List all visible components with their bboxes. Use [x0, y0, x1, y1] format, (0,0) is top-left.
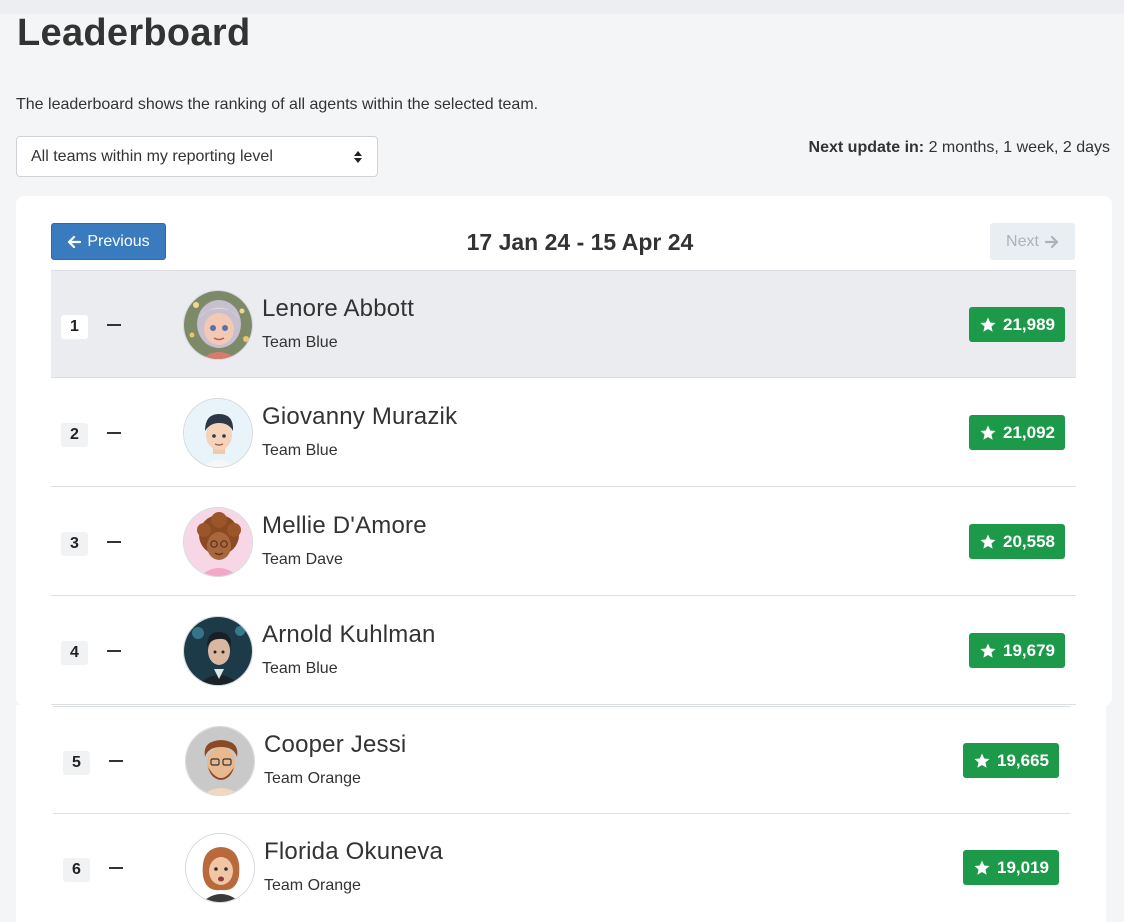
avatar — [183, 290, 253, 360]
agent-team: Team Blue — [262, 334, 338, 351]
page-title: Leaderboard — [17, 12, 251, 54]
score-badge: 21,989 — [969, 307, 1065, 342]
avatar — [185, 726, 255, 796]
leaderboard-row[interactable]: 1 Lenore Abbott Team Blue 21,989 — [51, 270, 1076, 378]
star-icon — [980, 534, 996, 549]
leaderboard-row[interactable]: 3 Mellie D'Amore Team Dave 20,558 — [51, 488, 1076, 596]
team-filter-select[interactable]: All teams within my reporting level — [16, 136, 378, 177]
rank-badge: 3 — [61, 532, 88, 556]
page-description: The leaderboard shows the ranking of all… — [16, 96, 539, 113]
date-range: 17 Jan 24 - 15 Apr 24 — [466, 229, 694, 255]
agent-team: Team Orange — [264, 877, 361, 894]
position-unchanged-icon — [107, 650, 121, 652]
star-icon — [980, 425, 996, 440]
agent-name[interactable]: Florida Okuneva — [264, 838, 443, 866]
score-badge: 20,558 — [969, 524, 1065, 559]
agent-name[interactable]: Cooper Jessi — [264, 731, 406, 759]
next-update-value: 2 months, 1 week, 2 days — [928, 139, 1110, 156]
avatar — [183, 507, 253, 577]
agent-name[interactable]: Mellie D'Amore — [262, 512, 427, 540]
next-update: Next update in: 2 months, 1 week, 2 days — [809, 139, 1110, 157]
leaderboard-row[interactable]: 2 Giovanny Murazik Team Blue 21,092 — [51, 379, 1076, 487]
score-value: 19,665 — [997, 750, 1049, 770]
previous-button[interactable]: Previous — [51, 223, 166, 260]
score-badge: 19,665 — [963, 743, 1059, 778]
score-value: 19,679 — [1003, 640, 1055, 660]
boy-avatar-icon — [184, 399, 252, 467]
star-icon — [980, 643, 996, 658]
agent-team: Team Dave — [262, 551, 343, 568]
agent-team: Team Blue — [262, 442, 338, 459]
avatar — [185, 833, 255, 903]
score-value: 21,989 — [1003, 314, 1055, 334]
position-unchanged-icon — [107, 324, 121, 326]
bearded-man-avatar-icon — [186, 727, 254, 795]
sort-caret-icon — [354, 151, 362, 163]
rank-badge: 4 — [61, 641, 88, 665]
leaderboard-row[interactable]: 4 Arnold Kuhlman Team Blue 19,679 — [51, 597, 1076, 705]
position-unchanged-icon — [107, 432, 121, 434]
star-icon — [974, 860, 990, 875]
star-icon — [974, 753, 990, 768]
agent-name[interactable]: Giovanny Murazik — [262, 403, 457, 431]
arrow-right-icon — [1044, 235, 1059, 248]
score-value: 21,092 — [1003, 422, 1055, 442]
next-button[interactable]: Next — [990, 223, 1075, 260]
score-badge: 21,092 — [969, 415, 1065, 450]
team-filter-value: All teams within my reporting level — [31, 147, 273, 165]
next-label: Next — [1006, 232, 1039, 250]
girl-avatar-icon — [184, 291, 252, 359]
score-badge: 19,679 — [969, 633, 1065, 668]
agent-team: Team Orange — [264, 770, 361, 787]
arrow-left-icon — [68, 235, 82, 248]
agent-team: Team Blue — [262, 660, 338, 677]
position-unchanged-icon — [109, 760, 123, 762]
next-update-label: Next update in: — [808, 139, 925, 156]
agent-name[interactable]: Arnold Kuhlman — [262, 621, 436, 649]
man-suit-avatar-icon — [184, 617, 252, 685]
avatar — [183, 616, 253, 686]
rank-badge: 2 — [61, 423, 88, 447]
curly-hair-avatar-icon — [184, 508, 252, 576]
score-badge: 19,019 — [963, 850, 1059, 885]
agent-name[interactable]: Lenore Abbott — [262, 295, 414, 323]
position-unchanged-icon — [109, 867, 123, 869]
leaderboard-row[interactable]: 6 Florida Okuneva Team Orange 19,019 — [53, 814, 1070, 922]
previous-label: Previous — [87, 232, 150, 250]
rank-badge: 1 — [61, 315, 88, 339]
score-value: 20,558 — [1003, 531, 1055, 551]
position-unchanged-icon — [107, 541, 121, 543]
star-icon — [980, 317, 996, 332]
rank-badge: 6 — [63, 858, 90, 882]
score-value: 19,019 — [997, 857, 1049, 877]
rank-badge: 5 — [63, 751, 90, 775]
leaderboard-row[interactable]: 5 Cooper Jessi Team Orange 19,665 — [53, 706, 1070, 814]
avatar — [183, 398, 253, 468]
woman-avatar-icon — [186, 834, 254, 902]
